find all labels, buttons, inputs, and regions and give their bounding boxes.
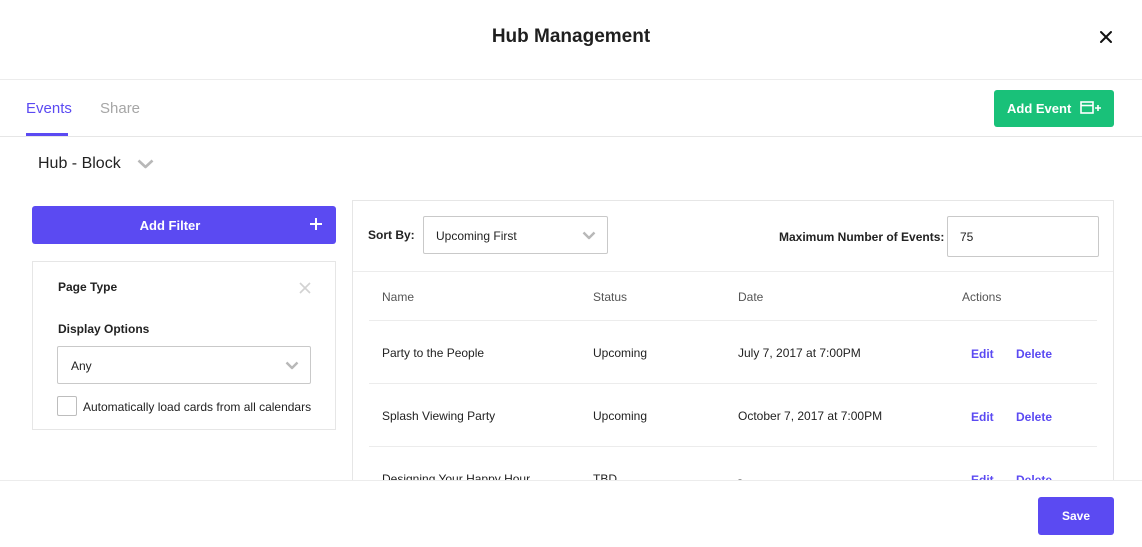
chevron-down-icon bbox=[285, 361, 299, 370]
tab-events[interactable]: Events bbox=[26, 100, 72, 117]
max-events-input[interactable] bbox=[947, 216, 1099, 257]
tabs-bar: Events Share bbox=[0, 80, 1142, 137]
column-header-status: Status bbox=[593, 290, 628, 304]
event-status: Upcoming bbox=[593, 409, 648, 423]
close-button[interactable] bbox=[1096, 27, 1116, 47]
row-divider bbox=[369, 383, 1097, 384]
save-button[interactable]: Save bbox=[1038, 497, 1114, 535]
modal-header: Hub Management bbox=[0, 0, 1142, 80]
delete-event-link[interactable]: Delete bbox=[1016, 410, 1052, 424]
row-divider bbox=[369, 446, 1097, 447]
events-panel: Sort By: Upcoming First Maximum Number o… bbox=[352, 200, 1114, 500]
event-date: October 7, 2017 at 7:00PM bbox=[738, 409, 883, 423]
max-events-label: Maximum Number of Events: bbox=[779, 230, 945, 244]
column-header-name: Name bbox=[382, 290, 415, 304]
active-tab-indicator bbox=[26, 133, 68, 136]
row-divider bbox=[369, 320, 1097, 321]
add-filter-button[interactable]: Add Filter bbox=[32, 206, 336, 244]
add-filter-label: Add Filter bbox=[139, 218, 201, 233]
sort-by-value: Upcoming First bbox=[436, 229, 517, 243]
chevron-down-icon[interactable] bbox=[137, 159, 154, 169]
calendar-plus-icon bbox=[1080, 101, 1101, 114]
display-options-select[interactable]: Any bbox=[57, 346, 311, 384]
add-event-label: Add Event bbox=[1007, 101, 1072, 116]
modal-footer bbox=[0, 480, 1142, 547]
sort-by-select[interactable]: Upcoming First bbox=[423, 216, 608, 254]
add-event-button[interactable]: Add Event bbox=[994, 90, 1114, 127]
plus-icon bbox=[310, 218, 322, 230]
event-name: Party to the People bbox=[382, 346, 485, 360]
filter-card: Page Type Display Options Any Automatica… bbox=[32, 261, 336, 430]
sort-by-label: Sort By: bbox=[368, 228, 415, 242]
event-name: Splash Viewing Party bbox=[382, 409, 496, 423]
chevron-down-icon bbox=[582, 231, 596, 240]
filter-title: Page Type bbox=[58, 280, 118, 294]
edit-event-link[interactable]: Edit bbox=[971, 347, 994, 361]
modal-title: Hub Management bbox=[491, 26, 651, 47]
event-status: Upcoming bbox=[593, 346, 648, 360]
auto-load-label: Automatically load cards from all calend… bbox=[83, 400, 312, 414]
hub-selector[interactable]: Hub - Block bbox=[38, 155, 121, 173]
edit-event-link[interactable]: Edit bbox=[971, 410, 994, 424]
display-options-label: Display Options bbox=[58, 322, 150, 336]
delete-event-link[interactable]: Delete bbox=[1016, 347, 1052, 361]
column-header-date: Date bbox=[738, 290, 764, 304]
tab-share[interactable]: Share bbox=[100, 100, 140, 117]
close-icon[interactable] bbox=[1096, 27, 1116, 47]
remove-filter-icon[interactable] bbox=[299, 282, 311, 294]
auto-load-checkbox[interactable] bbox=[57, 396, 77, 416]
save-label: Save bbox=[1061, 509, 1091, 523]
event-date: July 7, 2017 at 7:00PM bbox=[738, 346, 861, 360]
display-options-value: Any bbox=[71, 359, 92, 373]
panel-divider bbox=[353, 271, 1113, 272]
column-header-actions: Actions bbox=[962, 290, 1002, 304]
